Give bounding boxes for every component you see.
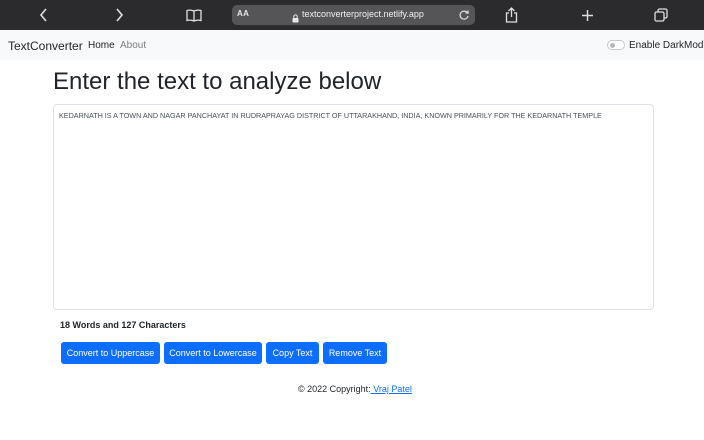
address-bar[interactable]: AA textconverterproject.netlify.app	[232, 5, 475, 25]
forward-icon[interactable]	[108, 4, 130, 26]
bookmarks-icon[interactable]	[183, 4, 205, 26]
brand-logo[interactable]: TextConverter	[8, 39, 83, 53]
remove-text-button[interactable]: Remove Text	[323, 342, 387, 364]
navbar: TextConverter Home About Enable DarkMode	[0, 30, 704, 60]
page-title: Enter the text to analyze below	[53, 68, 382, 95]
darkmode-label[interactable]: Enable DarkMode	[629, 40, 704, 51]
copyright-text: © 2022 Copyright:	[298, 384, 371, 394]
nav-home-link[interactable]: Home	[88, 40, 115, 51]
lock-icon	[292, 10, 299, 28]
text-input[interactable]: KEDARNATH IS A TOWN AND NAGAR PANCHAYAT …	[53, 104, 654, 310]
lowercase-button[interactable]: Convert to Lowercase	[164, 342, 262, 364]
back-icon[interactable]	[33, 4, 55, 26]
uppercase-button[interactable]: Convert to Uppercase	[61, 342, 160, 364]
tabs-overview-icon[interactable]	[650, 4, 672, 26]
text-size-button[interactable]: AA	[237, 9, 249, 18]
nav-about-link[interactable]: About	[120, 40, 146, 51]
toggle-knob	[610, 43, 615, 48]
new-tab-icon[interactable]	[576, 4, 598, 26]
darkmode-toggle[interactable]	[607, 40, 625, 50]
author-link[interactable]: Vraj Patel	[371, 384, 412, 394]
copy-text-button[interactable]: Copy Text	[266, 342, 319, 364]
url-text: textconverterproject.netlify.app	[302, 9, 424, 19]
browser-toolbar: AA textconverterproject.netlify.app	[0, 0, 704, 30]
reload-icon[interactable]	[458, 8, 470, 26]
footer: © 2022 Copyright: Vraj Patel	[298, 384, 412, 394]
text-summary: 18 Words and 127 Characters	[60, 320, 186, 330]
share-icon[interactable]	[500, 4, 522, 26]
